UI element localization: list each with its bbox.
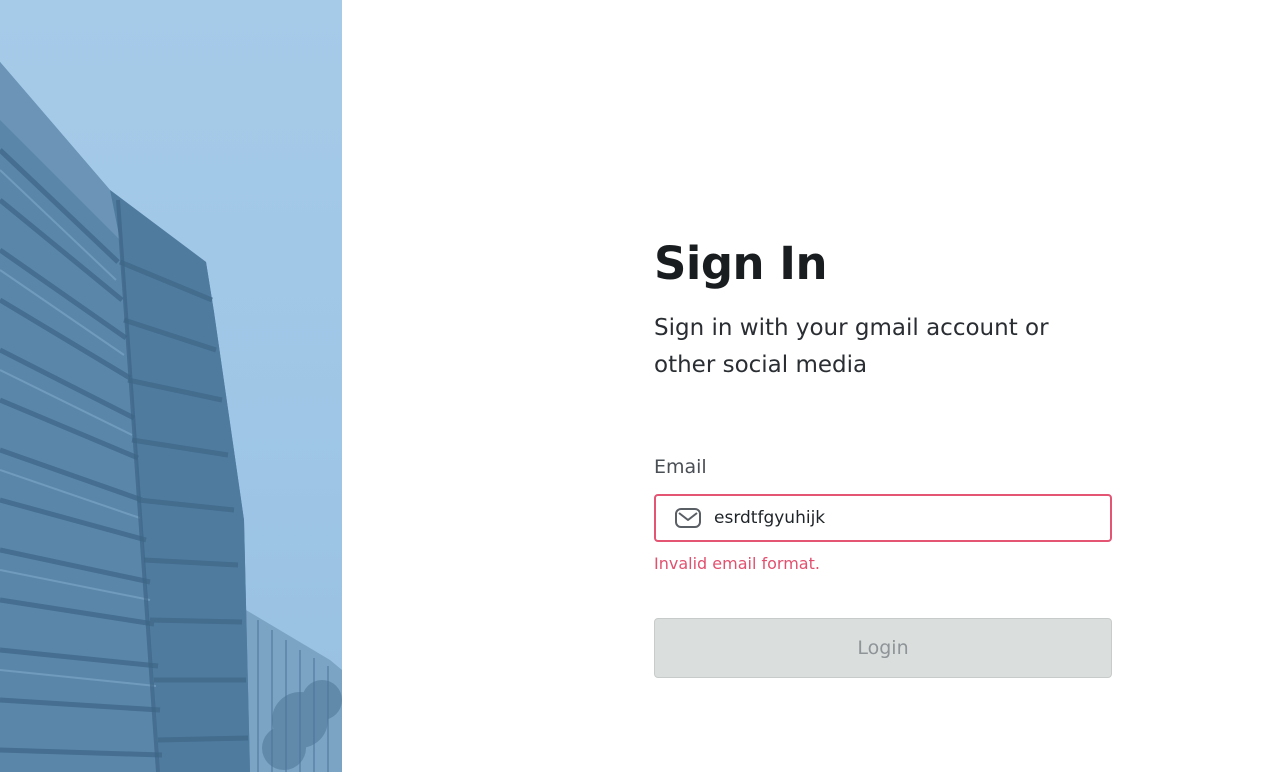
email-input-value[interactable]: esrdtfgyuhijk: [714, 508, 825, 528]
page-subtitle: Sign in with your gmail account or other…: [654, 315, 1049, 378]
building-hero-image: [0, 0, 342, 772]
email-label: Email: [654, 456, 707, 478]
envelope-icon: [674, 507, 702, 529]
sign-in-form: Sign In Sign in with your gmail account …: [654, 236, 1112, 678]
email-error-message: Invalid email format.: [654, 554, 820, 573]
page-title: Sign In: [654, 237, 828, 290]
email-field[interactable]: esrdtfgyuhijk: [654, 494, 1112, 542]
login-button[interactable]: Login: [654, 618, 1112, 678]
